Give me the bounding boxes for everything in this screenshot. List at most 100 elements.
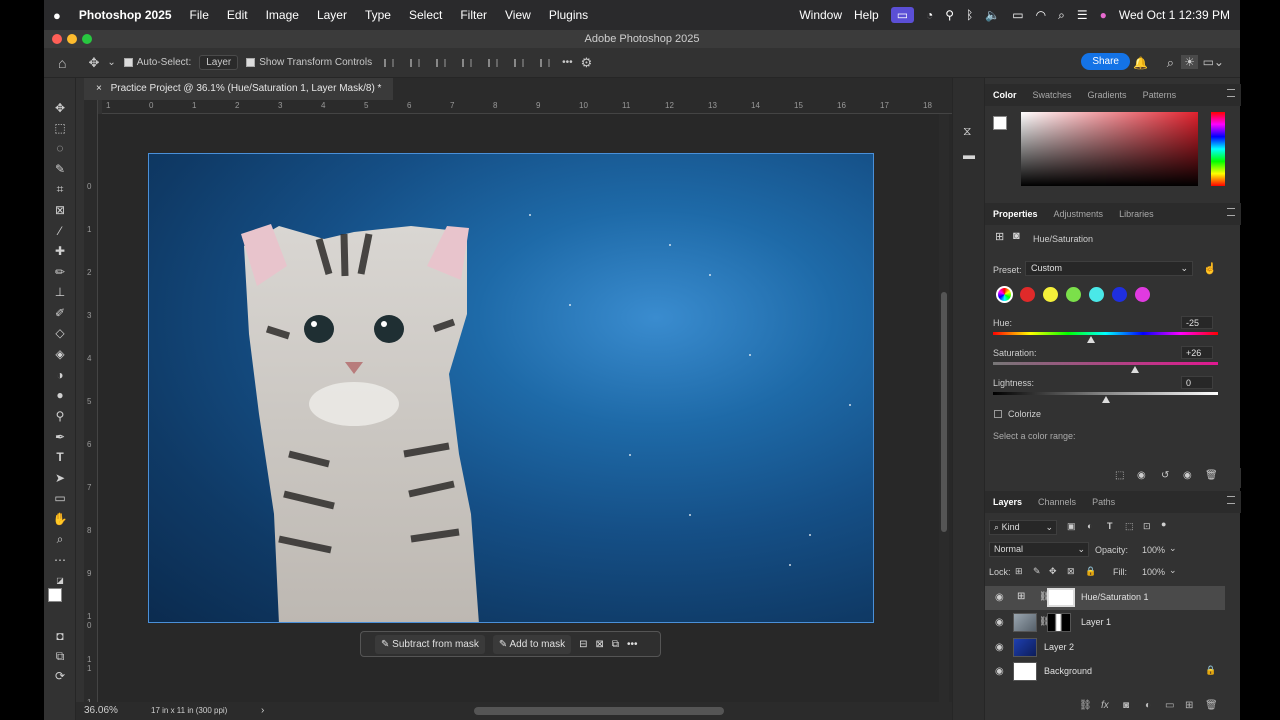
layer-style-fx-icon[interactable]: fx: [1101, 700, 1109, 711]
move-tool-icon[interactable]: ✥: [52, 100, 68, 116]
menu-type[interactable]: Type: [356, 8, 400, 22]
foreground-color-swatch[interactable]: [993, 116, 1007, 130]
rectangle-tool-icon[interactable]: ▭: [52, 490, 68, 506]
layer-name[interactable]: Layer 1: [1081, 617, 1111, 627]
layer-row[interactable]: ◉ Layer 2: [985, 636, 1225, 660]
search-icon[interactable]: ⌕: [1058, 8, 1065, 23]
lock-transparency-icon[interactable]: ⊞: [1015, 566, 1023, 577]
tab-adjustments[interactable]: Adjustments: [1046, 209, 1112, 219]
hand-tool-icon[interactable]: ✋: [52, 511, 68, 527]
status-icon[interactable]: ◔: [926, 8, 933, 22]
close-window-button[interactable]: [52, 34, 62, 44]
color-range-green[interactable]: [1066, 287, 1081, 302]
path-select-tool-icon[interactable]: ➤: [52, 470, 68, 486]
fill-value[interactable]: 100%: [1142, 567, 1165, 577]
opacity-value[interactable]: 100%: [1142, 545, 1165, 555]
comments-panel-icon[interactable]: ▬: [963, 148, 975, 162]
wifi-icon[interactable]: ◠: [1036, 8, 1046, 22]
lasso-tool-icon[interactable]: ◌: [52, 140, 68, 156]
auto-select-checkbox[interactable]: Auto-Select:: [123, 57, 191, 68]
blend-mode-dropdown[interactable]: Normal ⌄: [989, 542, 1089, 557]
marquee-tool-icon[interactable]: ⬚: [52, 120, 68, 136]
clip-to-layer-icon[interactable]: ⬚: [1115, 470, 1124, 481]
dodge-tool-icon[interactable]: ●: [52, 387, 68, 403]
visibility-eye-icon[interactable]: ◉: [995, 592, 1004, 603]
discover-lightbulb-icon[interactable]: ☀: [1181, 55, 1198, 69]
more-options-icon[interactable]: •••: [562, 57, 573, 68]
targeted-adjustment-hand-icon[interactable]: ☝: [1203, 262, 1217, 275]
battery-icon[interactable]: ▭: [1012, 8, 1023, 22]
layer-thumbnail[interactable]: [1013, 638, 1037, 657]
tool-preset-chevron-icon[interactable]: ⌄: [107, 57, 115, 68]
saturation-slider-thumb[interactable]: [1131, 366, 1139, 373]
subtract-from-mask-button[interactable]: ✎ Subtract from mask: [375, 634, 485, 654]
new-group-folder-icon[interactable]: ▭: [1165, 700, 1174, 711]
opacity-chevron-icon[interactable]: ⌄: [1169, 543, 1177, 554]
tab-swatches[interactable]: Swatches: [1025, 90, 1080, 100]
blur-tool-icon[interactable]: ◑: [52, 367, 68, 383]
delete-trash-icon[interactable]: 🗑: [1205, 470, 1218, 481]
frame-tool-icon[interactable]: ⊠: [52, 202, 68, 218]
mask-refine-icon[interactable]: ⧉: [612, 639, 619, 650]
notifications-bell-icon[interactable]: 🔔: [1133, 56, 1148, 70]
color-range-magenta[interactable]: [1135, 287, 1150, 302]
saturation-slider-track[interactable]: [993, 362, 1218, 365]
tab-libraries[interactable]: Libraries: [1111, 209, 1162, 219]
zoom-tool-icon[interactable]: ⌕: [52, 531, 68, 547]
more-options-icon[interactable]: •••: [627, 639, 638, 650]
tab-paths[interactable]: Paths: [1084, 497, 1123, 507]
menu-plugins[interactable]: Plugins: [540, 8, 597, 22]
clone-stamp-tool-icon[interactable]: ⊥: [52, 284, 68, 300]
color-range-all-icon[interactable]: [996, 286, 1013, 303]
layer-mask-thumbnail[interactable]: [1047, 588, 1075, 607]
hue-strip[interactable]: [1211, 112, 1225, 186]
vertical-scrollbar[interactable]: [939, 114, 949, 706]
mask-icon[interactable]: ◙: [1013, 230, 1020, 242]
zoom-window-button[interactable]: [82, 34, 92, 44]
zoom-level[interactable]: 36.06%: [84, 702, 118, 720]
visibility-eye-icon[interactable]: ◉: [995, 642, 1004, 653]
menu-select[interactable]: Select: [400, 8, 451, 22]
add-to-mask-button[interactable]: ✎ Add to mask: [492, 634, 572, 654]
panel-menu-icon[interactable]: [1227, 208, 1235, 216]
layer-thumbnail[interactable]: [1013, 662, 1037, 681]
lock-position-icon[interactable]: ✥: [1049, 566, 1057, 577]
align-left-icon[interactable]: [384, 58, 395, 67]
filter-toggle-icon[interactable]: ●: [1161, 519, 1166, 529]
document-tab[interactable]: × Practice Project @ 36.1% (Hue/Saturati…: [84, 78, 394, 100]
visibility-eye-icon[interactable]: ◉: [995, 666, 1004, 677]
align-bottom-icon[interactable]: [514, 58, 525, 67]
paint-bucket-tool-icon[interactable]: ◈: [52, 346, 68, 362]
panel-menu-icon[interactable]: [1227, 496, 1235, 504]
scrollbar-thumb[interactable]: [941, 292, 947, 532]
layer-row[interactable]: ◉ ⊞ ⛓ Hue/Saturation 1: [985, 586, 1225, 610]
control-center-icon[interactable]: ☰: [1077, 8, 1088, 22]
workspace-icon[interactable]: ▭⌄: [1203, 55, 1224, 69]
add-mask-icon[interactable]: ◙: [1123, 700, 1129, 711]
auto-select-dropdown[interactable]: Layer: [199, 55, 239, 70]
move-tool-icon[interactable]: ✥: [88, 55, 99, 71]
layer-name[interactable]: Hue/Saturation 1: [1081, 592, 1149, 602]
visibility-eye-icon[interactable]: ◉: [995, 617, 1004, 628]
pen-tool-icon[interactable]: ✒: [52, 429, 68, 445]
menu-layer[interactable]: Layer: [308, 8, 356, 22]
delete-layer-trash-icon[interactable]: 🗑: [1205, 700, 1218, 711]
screen-record-icon[interactable]: ▭: [890, 7, 915, 23]
filter-smart-object-icon[interactable]: ⊡: [1143, 521, 1151, 532]
color-field[interactable]: [1021, 112, 1198, 186]
new-adjustment-icon[interactable]: ◐: [1145, 700, 1151, 711]
invert-mask-icon[interactable]: ⊠: [595, 639, 603, 650]
menu-image[interactable]: Image: [257, 8, 308, 22]
eraser-tool-icon[interactable]: ◇: [52, 325, 68, 341]
controls-icon[interactable]: ⚲: [945, 8, 954, 22]
layer-row[interactable]: ◉ Background 🔒: [985, 660, 1225, 684]
layer-filter-kind-dropdown[interactable]: ⌕ Kind ⌄: [989, 520, 1057, 535]
screen-mode-icon[interactable]: ⧉: [52, 648, 68, 664]
color-range-yellow[interactable]: [1043, 287, 1058, 302]
lightness-slider-thumb[interactable]: [1102, 396, 1110, 403]
lightness-value-field[interactable]: 0: [1181, 376, 1213, 389]
history-panel-icon[interactable]: ⧖: [963, 124, 971, 139]
filter-pixel-icon[interactable]: ▣: [1067, 521, 1076, 532]
layer-name[interactable]: Background: [1044, 666, 1092, 676]
tab-properties[interactable]: Properties: [985, 209, 1046, 219]
